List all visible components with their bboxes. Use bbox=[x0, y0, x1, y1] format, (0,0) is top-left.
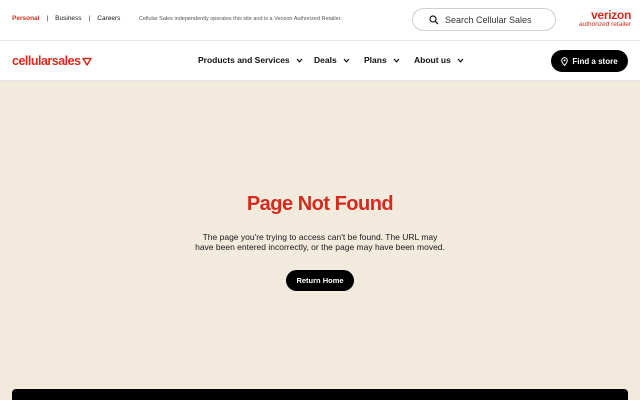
nav-item-about-us[interactable]: About us bbox=[414, 55, 464, 65]
chevron-down-icon bbox=[457, 58, 464, 63]
find-a-store-button[interactable]: Find a store bbox=[551, 50, 628, 72]
search-input[interactable] bbox=[445, 13, 549, 27]
chevron-down-icon bbox=[343, 58, 350, 63]
search-icon bbox=[429, 15, 439, 25]
location-pin-icon bbox=[561, 56, 569, 66]
separator: | bbox=[46, 15, 49, 22]
authorized-retailer-text: authorized retailer bbox=[578, 21, 631, 28]
verizon-wordmark: verizon bbox=[591, 8, 631, 22]
nav-item-deals[interactable]: Deals bbox=[314, 55, 350, 65]
footer-banner bbox=[12, 389, 628, 400]
return-home-button[interactable]: Return Home bbox=[286, 270, 354, 291]
find-a-store-label: Find a store bbox=[572, 56, 618, 66]
nav-item-plans[interactable]: Plans bbox=[364, 55, 400, 65]
retailer-disclaimer: Cellular Sales independently operates th… bbox=[139, 16, 342, 22]
chevron-down-icon bbox=[296, 58, 303, 63]
separator: | bbox=[88, 15, 91, 22]
search-box[interactable] bbox=[412, 8, 556, 31]
utility-bar: Personal | Business | Careers Cellular S… bbox=[0, 0, 640, 40]
nav-item-label: Products and Services bbox=[198, 55, 290, 65]
page-title: Page Not Found bbox=[246, 193, 394, 215]
error-message: The page you're trying to access can't b… bbox=[195, 232, 445, 252]
verizon-authorized-retailer-logo[interactable]: verizon authorized retailer bbox=[575, 8, 631, 30]
brand-wordmark: cellularsales bbox=[12, 54, 81, 68]
main-nav: cellularsales Products and Services Deal… bbox=[0, 40, 640, 81]
nav-item-label: Deals bbox=[314, 55, 337, 65]
nav-item-label: Plans bbox=[364, 55, 387, 65]
nav-item-label: About us bbox=[414, 55, 451, 65]
nav-item-products-and-services[interactable]: Products and Services bbox=[198, 55, 303, 65]
brand-triangle-icon bbox=[81, 57, 92, 66]
chevron-down-icon bbox=[393, 58, 400, 63]
segment-link-careers[interactable]: Careers bbox=[97, 15, 120, 22]
segment-link-business[interactable]: Business bbox=[55, 15, 81, 22]
brand-logo[interactable]: cellularsales bbox=[12, 54, 92, 68]
segment-link-personal[interactable]: Personal bbox=[12, 15, 39, 22]
segment-links: Personal | Business | Careers bbox=[12, 15, 120, 22]
